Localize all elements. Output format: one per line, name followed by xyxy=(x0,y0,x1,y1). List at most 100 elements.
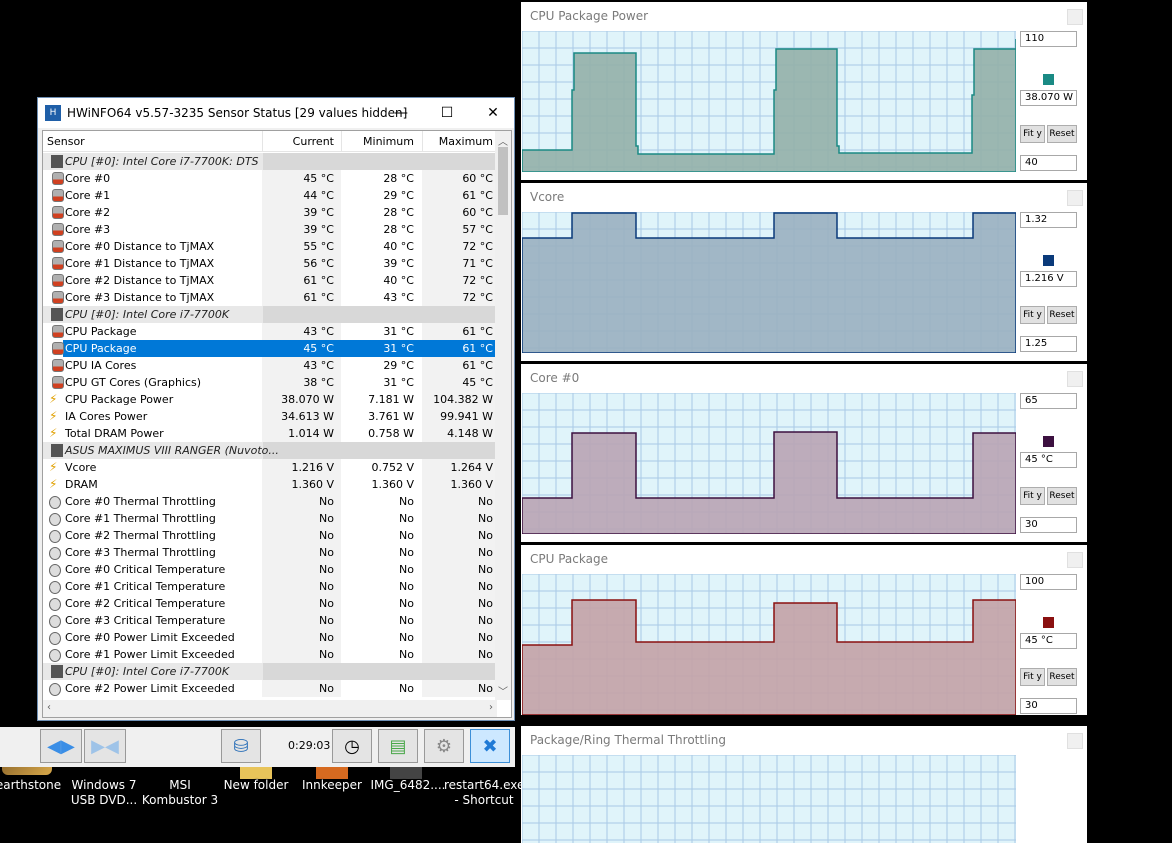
graph-max-field[interactable]: 1.32 xyxy=(1020,212,1077,228)
maximum-value: No xyxy=(478,682,493,695)
header-minimum[interactable]: Minimum xyxy=(363,135,414,148)
reset-button[interactable]: Reset xyxy=(1047,306,1077,324)
sensor-row[interactable]: Core #1 Thermal Throttling No No No xyxy=(43,510,497,527)
desktop-label-restart64[interactable]: restart64.exe - Shortcut xyxy=(444,778,524,808)
left-right-arrows-icon: ◀▶ xyxy=(47,735,75,757)
sensor-row[interactable]: Core #1 Critical Temperature No No No xyxy=(43,578,497,595)
sensor-row[interactable]: ⚡ CPU Package Power 38.070 W 7.181 W 104.382… xyxy=(43,391,497,408)
maximum-value: No xyxy=(478,546,493,559)
graph-max-field[interactable]: 110 xyxy=(1020,31,1077,47)
sensor-row[interactable]: CPU IA Cores 43 °C 29 °C 61 °C xyxy=(43,357,497,374)
sensor-row[interactable]: Core #3 39 °C 28 °C 57 °C xyxy=(43,221,497,238)
scroll-left-icon[interactable]: ‹ xyxy=(47,702,51,713)
sensor-row[interactable]: Core #2 Critical Temperature No No No xyxy=(43,595,497,612)
sensor-row[interactable]: Core #3 Critical Temperature No No No xyxy=(43,612,497,629)
sensor-row[interactable]: Core #0 45 °C 28 °C 60 °C xyxy=(43,170,497,187)
color-swatch[interactable] xyxy=(1043,436,1054,447)
clock-button[interactable]: ◷ xyxy=(332,729,372,763)
sensor-row[interactable]: ⚡ IA Cores Power 34.613 W 3.761 W 99.941 W xyxy=(43,408,497,425)
close-button[interactable]: ✕ xyxy=(470,98,516,128)
header-sensor[interactable]: Sensor xyxy=(47,135,85,148)
sensor-row[interactable]: ⚡ Total DRAM Power 1.014 W 0.758 W 4.148 W xyxy=(43,425,497,442)
current-value: No xyxy=(319,614,334,627)
graph-max-field[interactable]: 100 xyxy=(1020,574,1077,590)
sensor-row[interactable]: Core #2 Distance to TjMAX 61 °C 40 °C 72 °C xyxy=(43,272,497,289)
sensor-name: Core #0 Thermal Throttling xyxy=(65,495,216,508)
sensor-row[interactable]: Core #1 44 °C 29 °C 61 °C xyxy=(43,187,497,204)
fit-y-button[interactable]: Fit y xyxy=(1020,125,1045,143)
fit-y-button[interactable]: Fit y xyxy=(1020,306,1045,324)
sensor-name: IA Cores Power xyxy=(65,410,148,423)
hwinfo-app-icon: H xyxy=(45,105,61,121)
minimum-value: 0.752 V xyxy=(371,461,414,474)
navigate-arrows-button[interactable]: ◀▶ xyxy=(40,729,82,763)
sensor-row[interactable]: Core #0 Critical Temperature No No No xyxy=(43,561,497,578)
log-button[interactable]: ▤ xyxy=(378,729,418,763)
header-maximum[interactable]: Maximum xyxy=(439,135,493,148)
sensor-row[interactable]: Core #2 39 °C 28 °C 60 °C xyxy=(43,204,497,221)
sensor-row[interactable]: Core #2 Power Limit Exceeded No No No xyxy=(43,680,497,697)
graph-min-field[interactable]: 40 xyxy=(1020,155,1077,171)
sensor-row[interactable]: CPU Package 43 °C 31 °C 61 °C xyxy=(43,323,497,340)
horizontal-scrollbar[interactable]: ‹ › xyxy=(43,700,497,717)
desktop-label-img[interactable]: IMG_6482.... xyxy=(368,778,448,793)
scroll-down-icon[interactable]: ﹀ xyxy=(498,683,508,698)
exit-button[interactable]: ✖ xyxy=(470,729,510,763)
settings-button[interactable]: ⚙ xyxy=(424,729,464,763)
scroll-thumb[interactable] xyxy=(498,147,508,215)
header-current[interactable]: Current xyxy=(293,135,334,148)
sensor-row[interactable]: Core #3 Thermal Throttling No No No xyxy=(43,544,497,561)
scroll-right-icon[interactable]: › xyxy=(489,702,493,713)
sensor-name: Total DRAM Power xyxy=(65,427,164,440)
graph-max-field[interactable]: 65 xyxy=(1020,393,1077,409)
color-swatch[interactable] xyxy=(1043,255,1054,266)
vertical-scrollbar[interactable]: ︿ ﹀ xyxy=(495,131,511,700)
sensor-group-row[interactable]: CPU [#0]: Intel Core i7-7700K xyxy=(43,306,497,323)
desktop-label-msi-kombustor[interactable]: MSI Kombustor 3 xyxy=(140,778,220,808)
sensor-row[interactable]: Core #0 Power Limit Exceeded No No No xyxy=(43,629,497,646)
maximum-value: No xyxy=(478,529,493,542)
current-value: 1.360 V xyxy=(291,478,334,491)
sensor-name: CPU GT Cores (Graphics) xyxy=(65,376,202,389)
network-button[interactable]: ⛁ xyxy=(221,729,261,763)
sensor-row[interactable]: ⚡ DRAM 1.360 V 1.360 V 1.360 V xyxy=(43,476,497,493)
sensor-row[interactable]: Core #3 Distance to TjMAX 61 °C 43 °C 72 °C xyxy=(43,289,497,306)
sensor-row[interactable]: Core #0 Thermal Throttling No No No xyxy=(43,493,497,510)
sensor-row[interactable]: Core #0 Distance to TjMAX 55 °C 40 °C 72 °C xyxy=(43,238,497,255)
sensor-group-row[interactable]: CPU [#0]: Intel Core i7-7700K: DTS xyxy=(43,153,497,170)
sensor-row[interactable]: Core #1 Power Limit Exceeded No No No xyxy=(43,646,497,663)
minimum-value: 28 °C xyxy=(383,206,414,219)
reset-button[interactable]: Reset xyxy=(1047,125,1077,143)
fit-y-button[interactable]: Fit y xyxy=(1020,487,1045,505)
desktop-label-new-folder[interactable]: New folder xyxy=(216,778,296,793)
sensor-row[interactable]: CPU GT Cores (Graphics) 38 °C 31 °C 45 °C xyxy=(43,374,497,391)
current-value: No xyxy=(319,648,334,661)
current-value: No xyxy=(319,495,334,508)
desktop-label-innkeeper[interactable]: Innkeeper xyxy=(292,778,372,793)
minimize-button[interactable]: — xyxy=(378,98,424,128)
desktop-label-hearthstone[interactable]: Hearthstone xyxy=(0,778,64,793)
maximum-value: 61 °C xyxy=(462,325,493,338)
title-bar[interactable]: H HWiNFO64 v5.57-3235 Sensor Status [29 … xyxy=(38,98,514,128)
sensor-group-row[interactable]: ASUS MAXIMUS VIII RANGER (Nuvoto... xyxy=(43,442,497,459)
sensor-row[interactable]: ⚡ Vcore 1.216 V 0.752 V 1.264 V xyxy=(43,459,497,476)
sensor-row[interactable]: CPU Package 45 °C 31 °C 61 °C xyxy=(43,340,497,357)
color-swatch[interactable] xyxy=(1043,74,1054,85)
graph-min-field[interactable]: 30 xyxy=(1020,517,1077,533)
sensor-group-row[interactable]: CPU [#0]: Intel Core i7-7700K xyxy=(43,663,497,680)
collapse-arrows-button[interactable]: ▶◀ xyxy=(84,729,126,763)
minimum-value: No xyxy=(399,580,414,593)
maximum-value: 1.264 V xyxy=(450,461,493,474)
sensor-row[interactable]: Core #2 Thermal Throttling No No No xyxy=(43,527,497,544)
reset-button[interactable]: Reset xyxy=(1047,487,1077,505)
graph-min-field[interactable]: 1.25 xyxy=(1020,336,1077,352)
scroll-up-icon[interactable]: ︿ xyxy=(498,133,508,148)
graph-close-button[interactable] xyxy=(1067,733,1083,749)
color-swatch[interactable] xyxy=(1043,617,1054,628)
fit-y-button[interactable]: Fit y xyxy=(1020,668,1045,686)
maximize-button[interactable]: ☐ xyxy=(424,98,470,128)
reset-button[interactable]: Reset xyxy=(1047,668,1077,686)
desktop-label-windows7[interactable]: Windows 7 USB DVD... xyxy=(64,778,144,808)
sensor-row[interactable]: Core #1 Distance to TjMAX 56 °C 39 °C 71 °C xyxy=(43,255,497,272)
graph-min-field[interactable]: 30 xyxy=(1020,698,1077,714)
